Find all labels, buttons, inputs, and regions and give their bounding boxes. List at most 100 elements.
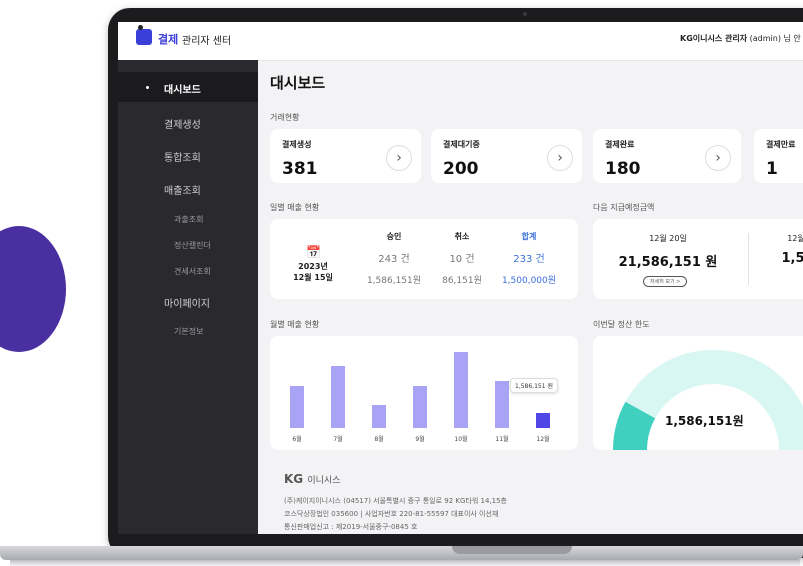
col-amount: 86,151원 [442, 276, 482, 286]
chart-month-label: 9월 [415, 436, 425, 443]
payment-amount: 21,586,151 원 [618, 255, 718, 270]
payment-date: 12월 [787, 234, 803, 243]
chart-bar[interactable] [331, 366, 345, 428]
chart-month-label: 11월 [495, 436, 509, 443]
sidebar-item-label: 통합조회 [164, 153, 201, 164]
logo-icon [136, 29, 152, 45]
card-title: 결제생성 [282, 140, 312, 149]
col-count: 243 건 [378, 254, 410, 265]
logo-text[interactable]: 결제 [158, 31, 178, 47]
chart-bar[interactable] [372, 405, 386, 428]
laptop-base [0, 546, 803, 560]
sidebar-item-label: 매출조회 [164, 186, 201, 197]
sidebar-item-label: 결제생성 [164, 120, 201, 131]
chevron-right-icon[interactable]: › [386, 145, 412, 171]
daily-col-total: 합계 233 건 1,500,000원 [494, 231, 564, 286]
chevron-right-icon[interactable]: › [547, 145, 573, 171]
col-amount: 1,586,151원 [366, 276, 422, 286]
col-header: 취소 [454, 232, 470, 241]
limit-gauge-card: 1,586,151원 [593, 336, 803, 450]
section-label-monthly: 월별 매출 현황 [270, 320, 320, 329]
card-pending[interactable]: 결제대기중 200 › [431, 129, 582, 183]
calendar-icon: 📅 [306, 245, 321, 259]
section-label-daily: 일별 매출 현황 [270, 203, 320, 212]
card-value: 200 [443, 159, 479, 179]
chart-month-label: 10월 [454, 436, 468, 443]
active-bullet-icon [146, 86, 149, 89]
sidebar-subitem[interactable]: 정산캘린더 [174, 240, 211, 251]
payment-amount: 1,5 [781, 251, 803, 266]
center-label: 관리자 센터 [182, 36, 232, 47]
laptop-notch [452, 546, 572, 554]
card-created[interactable]: 결제생성 381 › [270, 129, 421, 183]
chart-month-label: 6월 [292, 436, 302, 443]
col-count: 233 건 [513, 254, 545, 265]
sidebar-subitem[interactable]: 기본정보 [174, 326, 203, 337]
daily-col-cancelled: 취소 10 건 86,151원 [427, 231, 497, 286]
chart-bar[interactable] [495, 381, 509, 428]
section-label-next-payment: 다음 지급예정금액 [593, 203, 655, 212]
footer-logo-sub: 이니시스 [307, 476, 341, 486]
page-title: 대시보드 [270, 74, 326, 92]
card-completed[interactable]: 결제완료 180 › [593, 129, 741, 183]
sidebar-item-search[interactable]: 통합조회 [118, 140, 258, 170]
sidebar-item-label: 마이페이지 [164, 299, 210, 310]
footer-registration: 통신판매업신고 : 제2019-서울중구-0845 호 [284, 523, 418, 531]
monthly-chart-card: 6월 7월 8월 9월 10월 11월 12월 1,586,151 원 [270, 336, 578, 450]
chart-month-label: 8월 [374, 436, 384, 443]
card-title: 결제완료 [605, 140, 635, 149]
sidebar-item-dashboard[interactable]: 대시보드 [118, 72, 258, 102]
payment-date: 12월 20일 [649, 234, 687, 243]
card-value: 381 [282, 159, 318, 179]
daily-date-year: 2023년 [298, 262, 328, 271]
sidebar-item-create-payment[interactable]: 결제생성 [118, 107, 258, 137]
col-header: 승인 [386, 232, 402, 241]
card-value: 180 [605, 159, 641, 179]
sidebar-item-sales[interactable]: 매출조회 [118, 173, 258, 203]
bar-tooltip: 1,586,151 원 [510, 378, 558, 393]
card-title: 결제만료 [766, 140, 796, 149]
chart-bar[interactable] [536, 413, 550, 428]
screen: 결제 관리자 센터 KG이니시스 관리자 (admin) 님 안 대시보드 결제… [118, 22, 803, 534]
chevron-right-icon[interactable]: › [705, 145, 731, 171]
admin-user: (admin) 님 안 [749, 34, 801, 43]
admin-company: KG이니시스 관리자 [680, 34, 748, 43]
col-header: 합계 [521, 232, 537, 241]
footer-logo: KG 이니시스 [284, 472, 340, 486]
limit-gauge [613, 350, 803, 450]
daily-date: 2023년 12월 15일 [288, 261, 338, 283]
section-label-limit: 이번달 정산 한도 [593, 320, 650, 329]
daily-date-day: 12월 15일 [293, 273, 333, 282]
card-title: 결제대기중 [443, 140, 480, 149]
daily-sales-card: 📅 2023년 12월 15일 승인 243 건 1,586,151원 취소 1… [270, 219, 578, 299]
sidebar-subitem[interactable]: 과출조회 [174, 214, 203, 225]
col-amount: 1,500,000원 [501, 276, 557, 286]
chart-bar[interactable] [413, 386, 427, 428]
chart-month-label: 7월 [333, 436, 343, 443]
top-bar: 결제 관리자 센터 KG이니시스 관리자 (admin) 님 안 [118, 22, 803, 61]
footer-business: 코스닥상장법인 035600 | 사업자번호 220-81-55597 대표이사… [284, 510, 499, 518]
monthly-bar-chart: 6월 7월 8월 9월 10월 11월 12월 [270, 336, 578, 450]
sidebar-item-mypage[interactable]: 마이페이지 [118, 286, 258, 316]
sidebar: 대시보드 결제생성 통합조회 매출조회 과출조회 정산캘린더 견세서조회 마이페… [118, 60, 258, 534]
footer-logo-main: KG [284, 472, 304, 486]
decorative-circle [0, 226, 66, 352]
limit-value: 1,586,151원 [665, 414, 744, 428]
chart-month-label: 12월 [536, 436, 550, 443]
chart-bar[interactable] [290, 386, 304, 428]
card-value: 1 [766, 159, 778, 179]
footer-address: (주)케이지이니시스 (04517) 서울특별시 중구 통일로 92 KG타워 … [284, 497, 507, 505]
sidebar-subitem[interactable]: 견세서조회 [174, 266, 211, 277]
section-label-transactions: 거래현황 [270, 113, 300, 122]
sidebar-item-label: 대시보드 [164, 85, 201, 96]
admin-info[interactable]: KG이니시스 관리자 (admin) 님 안 [680, 33, 801, 44]
logo-dot-icon [138, 25, 143, 30]
camera-dot [523, 12, 527, 16]
daily-col-approved: 승인 243 건 1,586,151원 [359, 231, 429, 286]
chart-bar[interactable] [454, 352, 468, 428]
col-count: 10 건 [449, 254, 475, 265]
card-expired[interactable]: 결제만료 1 [754, 129, 803, 183]
laptop-shadow [10, 560, 800, 566]
next-payment-card: 12월 20일 21,586,151 원 자세히 보기 > 12월 1,5 [593, 219, 803, 299]
details-button[interactable]: 자세히 보기 > [643, 276, 688, 287]
